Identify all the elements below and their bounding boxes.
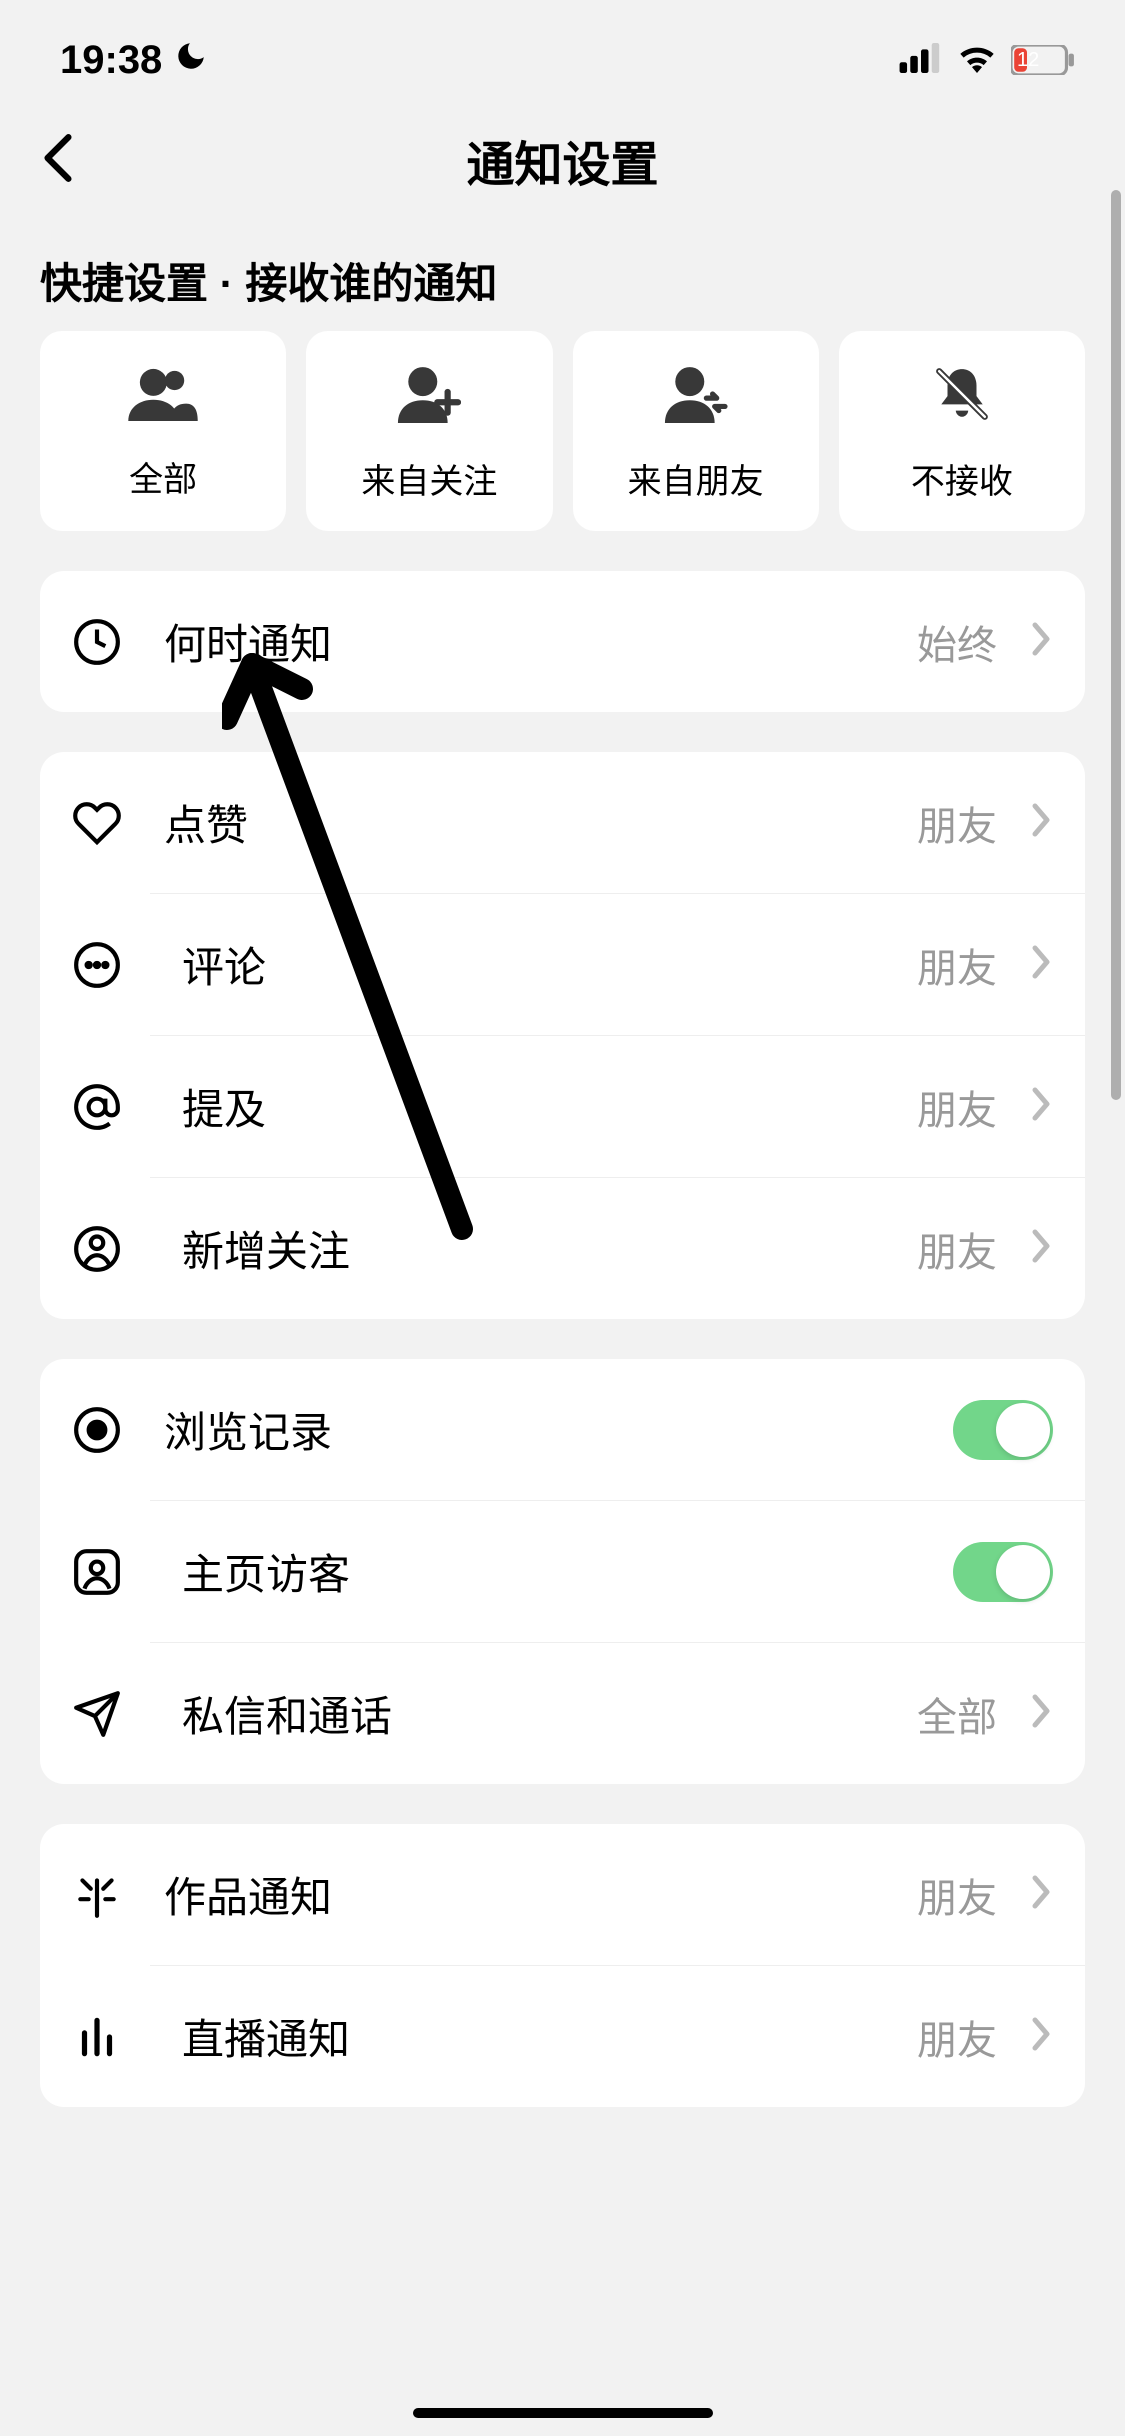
chevron-right-icon [1029,621,1053,662]
row-label: 提及 [182,1076,885,1137]
chevron-right-icon [1029,1693,1053,1734]
row-likes[interactable]: 点赞 朋友 [40,752,1085,893]
quick-card-none[interactable]: 不接收 [839,331,1085,531]
quick-label: 来自朋友 [628,454,764,503]
wifi-icon [957,43,997,78]
chevron-right-icon [1029,1086,1053,1127]
chevron-right-icon [1029,2016,1053,2057]
row-label: 主页访客 [182,1541,921,1602]
user-circle-icon [40,1224,150,1274]
settings-group-when: 何时通知 始终 [40,571,1085,712]
quick-section-title: 快捷设置 · 接收谁的通知 [0,220,1125,331]
chevron-right-icon [1029,802,1053,843]
eye-icon [72,1405,132,1455]
row-value: 始终 [917,613,997,671]
page-title: 通知设置 [40,125,1085,195]
clock-icon [72,617,132,667]
quick-card-all[interactable]: 全部 [40,331,286,531]
bell-off-icon [933,365,991,428]
sparkle-icon [72,1870,132,1920]
settings-group-activity: 浏览记录 主页访客 私信和通话 全部 [40,1359,1085,1784]
send-icon [40,1689,150,1739]
settings-group-content: 作品通知 朋友 直播通知 朋友 [40,1824,1085,2107]
settings-group-interactions: 点赞 朋友 评论 朋友 提及 朋友 新增关注 朋友 [40,752,1085,1319]
row-browse-history[interactable]: 浏览记录 [40,1359,1085,1500]
row-new-followers[interactable]: 新增关注 朋友 [150,1177,1085,1319]
quick-card-friends[interactable]: 来自朋友 [573,331,819,531]
nav-bar: 通知设置 [0,100,1125,220]
battery-icon: 12 [1011,45,1075,75]
row-label: 新增关注 [182,1218,885,1279]
home-indicator[interactable] [413,2408,713,2418]
row-dm-calls[interactable]: 私信和通话 全部 [150,1642,1085,1784]
toggle-browse-history[interactable] [953,1400,1053,1460]
row-profile-visitors[interactable]: 主页访客 [150,1500,1085,1642]
row-live-notify[interactable]: 直播通知 朋友 [150,1965,1085,2107]
status-time: 19:38 [60,38,162,83]
chevron-right-icon [1029,944,1053,985]
row-value: 朋友 [917,936,997,994]
quick-label: 来自关注 [361,454,497,503]
row-mentions[interactable]: 提及 朋友 [150,1035,1085,1177]
row-label: 作品通知 [164,1864,885,1925]
user-add-icon [397,365,461,428]
chevron-right-icon [1029,1874,1053,1915]
scrollbar[interactable] [1111,190,1121,1100]
row-comments[interactable]: 评论 朋友 [150,893,1085,1035]
row-label: 浏览记录 [164,1399,921,1460]
row-label: 何时通知 [164,611,885,672]
row-label: 点赞 [164,792,885,853]
moon-icon [174,38,208,83]
chevron-right-icon [1029,1228,1053,1269]
user-friends-icon [664,365,728,428]
row-value: 朋友 [917,794,997,852]
row-value: 朋友 [917,2008,997,2066]
row-label: 评论 [182,934,885,995]
at-icon [40,1082,150,1132]
row-value: 朋友 [917,1078,997,1136]
comment-icon [40,940,150,990]
row-label: 私信和通话 [182,1683,885,1744]
quick-card-following[interactable]: 来自关注 [306,331,552,531]
quick-settings-row: 全部 来自关注 来自朋友 不接收 [0,331,1125,571]
toggle-profile-visitors[interactable] [953,1542,1053,1602]
battery-percent: 12 [1017,49,1039,72]
signal-icon [899,43,943,78]
all-users-icon [128,367,198,426]
back-button[interactable] [40,133,76,188]
heart-icon [72,798,132,848]
row-value: 朋友 [917,1220,997,1278]
row-value: 全部 [917,1685,997,1743]
quick-label: 全部 [129,452,197,501]
quick-label: 不接收 [911,454,1013,503]
row-label: 直播通知 [182,2006,885,2067]
row-works-notify[interactable]: 作品通知 朋友 [40,1824,1085,1965]
row-value: 朋友 [917,1866,997,1924]
bars-icon [40,2012,150,2062]
user-box-icon [40,1547,150,1597]
status-bar: 19:38 12 [0,0,1125,100]
row-when-notify[interactable]: 何时通知 始终 [40,571,1085,712]
